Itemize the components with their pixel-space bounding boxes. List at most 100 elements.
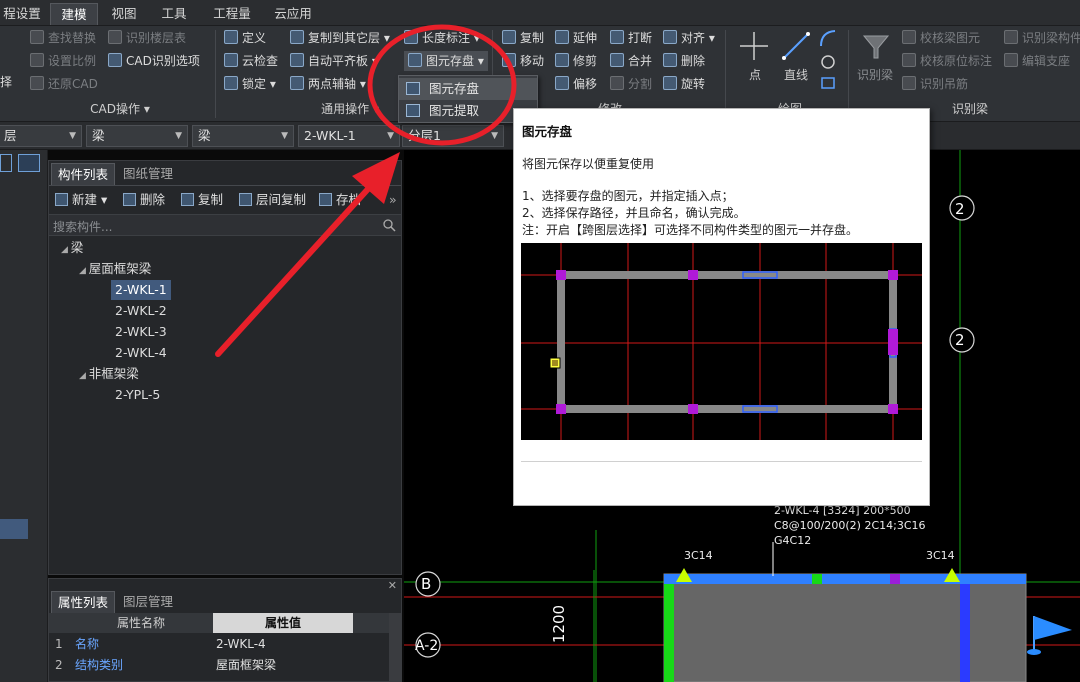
more-icon[interactable]: » xyxy=(389,190,397,210)
tree-item[interactable]: 2-WKL-1 xyxy=(111,280,171,300)
property-value[interactable]: 屋面框架梁 xyxy=(216,655,276,675)
tree-group-non-frame-beam[interactable]: ◢ 非框架梁 xyxy=(79,364,139,384)
floor-copy-icon xyxy=(239,193,252,206)
beam-component-icon xyxy=(1004,30,1018,44)
offset-button[interactable]: 偏移 xyxy=(555,74,597,94)
tooltip-title: 图元存盘 xyxy=(522,124,573,139)
component-name-select[interactable]: 2-WKL-1 ▼ xyxy=(298,125,400,147)
new-component-button[interactable]: 新建 ▾ xyxy=(55,190,107,210)
define-button[interactable]: 定义 xyxy=(224,28,266,48)
search-icon[interactable] xyxy=(383,219,396,232)
copy-button[interactable]: 复制 xyxy=(502,28,544,48)
menu-cloud[interactable]: 云应用 xyxy=(268,3,318,25)
align-button[interactable]: 对齐 ▾ xyxy=(663,28,715,48)
length-dimension-button[interactable]: 长度标注 ▾ xyxy=(404,28,480,48)
component-subtype-select[interactable]: 梁 ▼ xyxy=(192,125,294,147)
two-point-axis-button[interactable]: 两点辅轴 ▾ xyxy=(290,74,366,94)
menu-item-element-save[interactable]: 图元存盘 xyxy=(399,78,537,100)
menu-item-label: 图元提取 xyxy=(429,103,480,118)
search-input[interactable]: 搜索构件... xyxy=(53,218,112,235)
tab-drawing-management[interactable]: 图纸管理 xyxy=(117,163,179,185)
recognize-beam-icon[interactable] xyxy=(862,32,890,62)
tree-group-roof-frame-beam[interactable]: ◢ 屋面框架梁 xyxy=(79,259,151,279)
tab-property-list[interactable]: 属性列表 xyxy=(51,591,116,613)
floor-select[interactable]: 层 ▼ xyxy=(0,125,82,147)
delete-button[interactable]: 删除 xyxy=(663,51,705,71)
line-icon[interactable] xyxy=(780,30,812,62)
tree-item[interactable]: 2-WKL-4 xyxy=(115,343,167,363)
align-slab-icon xyxy=(290,53,304,67)
list-view-icon[interactable] xyxy=(0,154,12,172)
tree-item[interactable]: 2-YPL-5 xyxy=(115,385,160,405)
menu-tools[interactable]: 工具 xyxy=(154,3,194,25)
select-clip-label[interactable]: 择 xyxy=(0,72,12,92)
cad-options-label: CAD识别选项 xyxy=(126,54,200,68)
rotate-button[interactable]: 旋转 xyxy=(663,74,705,94)
define-icon xyxy=(224,30,238,44)
extend-button[interactable]: 延伸 xyxy=(555,28,597,48)
cad-options-button[interactable]: CAD识别选项 xyxy=(108,51,200,71)
set-scale-button[interactable]: 设置比例 xyxy=(30,51,96,71)
tooltip-description: 将图元保存以便重复使用 xyxy=(522,157,655,171)
line-label[interactable]: 直线 xyxy=(778,66,814,83)
lock-button[interactable]: 锁定 ▾ xyxy=(224,74,276,94)
recognize-beam-component-button[interactable]: 识别梁构件 xyxy=(1004,28,1080,48)
break-label: 打断 xyxy=(628,31,653,45)
menu-view[interactable]: 视图 xyxy=(104,3,144,25)
cad-group-label[interactable]: CAD操作 ▾ xyxy=(30,100,210,118)
copy-between-floors-button[interactable]: 层间复制 xyxy=(239,190,306,210)
restore-cad-button[interactable]: 还原CAD xyxy=(30,74,98,94)
copy-component-button[interactable]: 复制 xyxy=(181,190,223,210)
move-button[interactable]: 移动 xyxy=(502,51,544,71)
find-replace-button[interactable]: 查找替换 xyxy=(30,28,96,48)
delete-component-button[interactable]: 删除 xyxy=(123,190,165,210)
component-type-select[interactable]: 梁 ▼ xyxy=(86,125,188,147)
tab-layer-management[interactable]: 图层管理 xyxy=(117,591,179,613)
auto-align-slab-label: 自动平齐板 xyxy=(308,54,369,68)
recognize-floor-table-button[interactable]: 识别楼层表 xyxy=(108,28,186,48)
point-icon[interactable] xyxy=(738,30,770,62)
property-value[interactable]: 2-WKL-4 xyxy=(216,634,266,654)
grid-view-icon[interactable] xyxy=(18,154,40,172)
recognize-beam-label[interactable]: 识别梁 xyxy=(852,66,898,83)
cloud-check-button[interactable]: 云检查 xyxy=(224,51,278,71)
close-icon[interactable]: ✕ xyxy=(388,579,397,592)
arc-tools-icon[interactable] xyxy=(818,28,838,94)
menu-quantity[interactable]: 工程量 xyxy=(204,3,260,25)
table-row[interactable]: 1 名称 2-WKL-4 xyxy=(49,634,389,654)
element-save-button[interactable]: 图元存盘 ▾ xyxy=(404,51,488,71)
menu-project-settings[interactable]: 程设置 xyxy=(0,3,44,25)
trim-button[interactable]: 修剪 xyxy=(555,51,597,71)
extend-label: 延伸 xyxy=(573,31,598,45)
group-separator xyxy=(725,30,726,118)
tree-root[interactable]: ◢ 梁 xyxy=(61,238,83,258)
table-row[interactable]: 2 结构类别 屋面框架梁 xyxy=(49,655,389,675)
trim-label: 修剪 xyxy=(573,54,598,68)
element-save-label: 图元存盘 xyxy=(426,54,475,68)
lock-label: 锁定 xyxy=(242,77,267,91)
beam-annotation-stirrup: C8@100/200(2) 2C14;3C16 xyxy=(774,519,926,532)
tree-item[interactable]: 2-WKL-2 xyxy=(115,301,167,321)
menu-bar: 程设置 建模 视图 工具 工程量 云应用 xyxy=(0,0,1080,26)
point-label[interactable]: 点 xyxy=(740,66,770,83)
tab-component-list[interactable]: 构件列表 xyxy=(51,163,116,185)
recognize-hanger-button[interactable]: 识别吊筋 xyxy=(902,74,968,94)
auto-align-slab-button[interactable]: 自动平齐板 ▾ xyxy=(290,51,378,71)
copy-to-other-floor-button[interactable]: 复制到其它层 ▾ xyxy=(290,28,390,48)
menu-modeling[interactable]: 建模 xyxy=(50,3,98,25)
layer-select[interactable]: 分层1 ▼ xyxy=(402,125,504,147)
tree-item[interactable]: 2-WKL-3 xyxy=(115,322,167,342)
strip-selected-item[interactable] xyxy=(0,519,28,539)
scrollbar[interactable] xyxy=(389,613,401,681)
general-group-label[interactable]: 通用操作 ▾ xyxy=(300,100,400,118)
search-box[interactable]: 搜索构件... xyxy=(49,214,401,236)
edit-support-button[interactable]: 编辑支座 xyxy=(1004,51,1070,71)
break-button[interactable]: 打断 xyxy=(610,28,652,48)
merge-button[interactable]: 合并 xyxy=(610,51,652,71)
tooltip-step-1: 1、选择要存盘的图元，并指定插入点； xyxy=(522,189,734,203)
split-button[interactable]: 分割 xyxy=(610,74,652,94)
align-icon xyxy=(663,30,677,44)
check-in-situ-annotation-button[interactable]: 校核原位标注 xyxy=(902,51,992,71)
archive-button[interactable]: 存档 xyxy=(319,190,361,210)
check-beam-button[interactable]: 校核梁图元 xyxy=(902,28,980,48)
